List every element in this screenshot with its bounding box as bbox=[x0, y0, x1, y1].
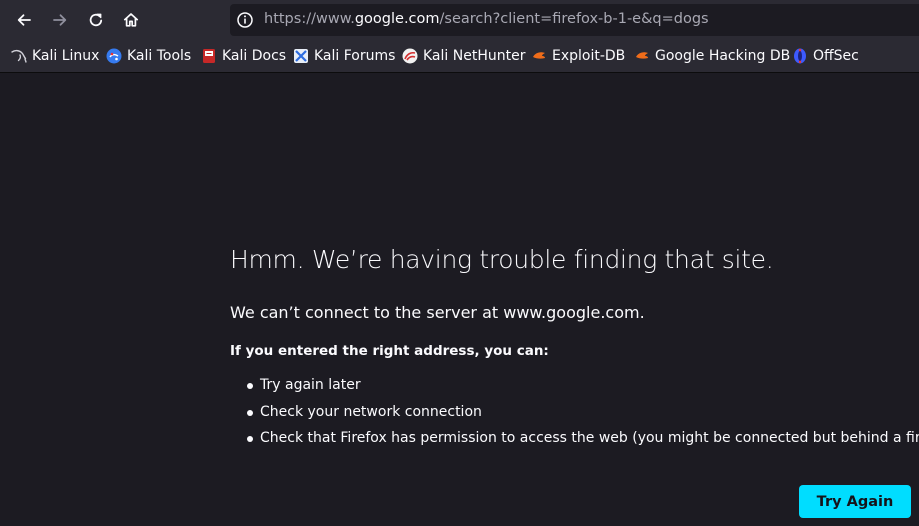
kali-dragon-icon bbox=[11, 49, 27, 63]
offsec-icon bbox=[794, 48, 806, 64]
nethunter-icon bbox=[402, 48, 418, 64]
kali-docs-icon bbox=[203, 49, 215, 63]
address-bar[interactable]: https://www.google.com/search?client=fir… bbox=[230, 4, 919, 36]
bookmark-label: Google Hacking DB bbox=[655, 48, 791, 64]
list-item: Check that Firefox has permission to acc… bbox=[230, 428, 919, 455]
bookmark-label: Exploit-DB bbox=[552, 48, 626, 64]
exploit-db-icon bbox=[533, 52, 545, 59]
page-title: Hmm. We’re having trouble finding that s… bbox=[230, 245, 774, 274]
bookmark-kali-docs[interactable]: Kali Docs bbox=[201, 46, 286, 66]
kali-tools-icon bbox=[106, 48, 122, 64]
bullet-icon bbox=[247, 383, 253, 389]
arrow-right-icon bbox=[53, 14, 67, 26]
suggestion-text: Check that Firefox has permission to acc… bbox=[260, 430, 919, 446]
bookmark-label: Kali Docs bbox=[222, 48, 287, 64]
suggestions-heading: If you entered the right address, you ca… bbox=[230, 343, 549, 359]
url-prefix: https://www. bbox=[264, 11, 355, 27]
back-button[interactable] bbox=[10, 6, 38, 34]
reload-button[interactable] bbox=[82, 6, 110, 34]
error-page: Hmm. We’re having trouble finding that s… bbox=[230, 245, 919, 446]
forward-button[interactable] bbox=[46, 6, 74, 34]
bullet-icon bbox=[247, 409, 253, 416]
home-icon bbox=[123, 13, 139, 27]
bullet-icon bbox=[247, 436, 253, 442]
bookmark-kali-tools[interactable]: Kali Tools bbox=[106, 46, 191, 66]
bookmark-kali-nethunter[interactable]: Kali NetHunter bbox=[402, 46, 525, 66]
bookmarks-toolbar: Kali Linux Kali Tools Kali Docs Kali For… bbox=[0, 40, 919, 73]
home-button[interactable] bbox=[117, 6, 145, 34]
navigation-toolbar: https://www.google.com/search?client=fir… bbox=[0, 0, 919, 40]
ghdb-icon bbox=[636, 52, 648, 59]
suggestions-list: Try again later Check your network conne… bbox=[230, 375, 919, 455]
list-item: Try again later bbox=[230, 375, 919, 402]
bookmark-kali-linux[interactable]: Kali Linux bbox=[11, 46, 99, 66]
arrow-left-icon bbox=[17, 14, 31, 26]
kali-forums-icon bbox=[294, 49, 308, 63]
info-icon[interactable] bbox=[236, 11, 254, 29]
bookmark-exploit-db[interactable]: Exploit-DB bbox=[531, 46, 625, 66]
bookmark-label: OffSec bbox=[813, 48, 859, 64]
bookmark-label: Kali Forums bbox=[314, 48, 396, 64]
url-host: google.com bbox=[354, 11, 440, 27]
bookmark-label: Kali Tools bbox=[127, 48, 192, 64]
suggestion-text: Check your network connection bbox=[260, 403, 482, 420]
try-again-button[interactable]: Try Again bbox=[799, 485, 911, 518]
url-text[interactable]: https://www.google.com/search?client=fir… bbox=[264, 11, 709, 27]
url-path: /search?client=firefox-b-1-e&q=dogs bbox=[439, 11, 709, 27]
bookmark-label: Kali NetHunter bbox=[423, 48, 526, 64]
bookmark-offsec[interactable]: OffSec bbox=[792, 46, 859, 66]
bookmark-google-hacking-db[interactable]: Google Hacking DB bbox=[634, 46, 790, 66]
error-description: We can’t connect to the server at www.go… bbox=[230, 303, 645, 322]
bookmark-kali-forums[interactable]: Kali Forums bbox=[293, 46, 395, 66]
suggestion-text: Try again later bbox=[260, 377, 361, 393]
bookmark-label: Kali Linux bbox=[32, 48, 100, 64]
list-item: Check your network connection bbox=[230, 402, 919, 429]
reload-icon bbox=[89, 13, 103, 27]
